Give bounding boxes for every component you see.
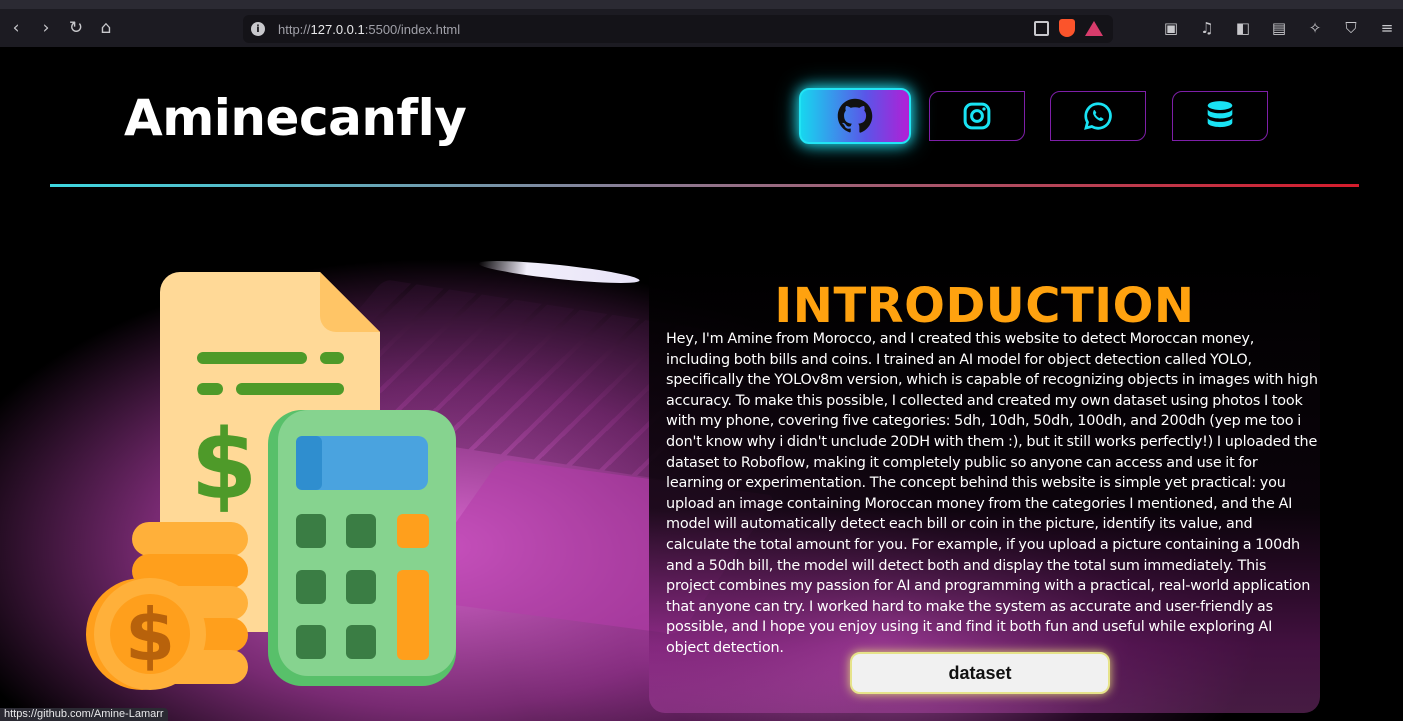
introduction-title: INTRODUCTION xyxy=(774,278,1195,334)
whatsapp-icon xyxy=(1084,102,1112,130)
forward-icon[interactable]: › xyxy=(34,16,58,40)
nav-controls: ‹ › ↻ ⌂ xyxy=(4,16,118,40)
github-icon xyxy=(837,98,873,133)
header-divider xyxy=(50,184,1359,187)
receipt-line xyxy=(197,383,223,395)
vpn-icon[interactable]: ⛉ xyxy=(1339,16,1363,40)
media-icon[interactable]: ♫ xyxy=(1195,16,1219,40)
dollar-sign-icon: $ xyxy=(191,409,258,521)
leo-ai-icon[interactable]: ✧ xyxy=(1303,16,1327,40)
calc-key xyxy=(397,570,429,660)
url-scheme: http:// xyxy=(278,21,311,37)
address-bar-actions xyxy=(1034,19,1103,37)
finance-illustration: $ $ xyxy=(86,272,456,690)
calc-key xyxy=(346,625,376,659)
dataset-button[interactable]: dataset xyxy=(850,652,1110,694)
address-bar[interactable]: i http://127.0.0.1:5500/index.html xyxy=(243,15,1113,43)
url-host: 127.0.0.1 xyxy=(310,21,365,37)
brand-title: Aminecanfly xyxy=(124,89,467,147)
brave-shield-icon[interactable] xyxy=(1059,19,1075,37)
back-icon[interactable]: ‹ xyxy=(4,16,28,40)
database-button[interactable] xyxy=(1172,91,1268,141)
menu-icon[interactable]: ≡ xyxy=(1375,16,1399,40)
calc-key xyxy=(296,625,326,659)
status-bar-link: https://github.com/Amine-Lamarr xyxy=(0,708,168,721)
receipt-line xyxy=(236,383,344,395)
reload-icon[interactable]: ↻ xyxy=(64,16,88,40)
sidebar-icon[interactable]: ◧ xyxy=(1231,16,1255,40)
database-icon xyxy=(1207,101,1233,128)
coin-stack xyxy=(132,522,248,556)
receipt-line xyxy=(320,352,344,364)
url-text[interactable]: http://127.0.0.1:5500/index.html xyxy=(278,22,460,37)
receipt-line xyxy=(197,352,307,364)
home-icon[interactable]: ⌂ xyxy=(94,16,118,40)
instagram-button[interactable] xyxy=(929,91,1025,141)
url-path: :5500/index.html xyxy=(364,21,461,37)
introduction-card: INTRODUCTION Hey, I'm Amine from Morocco… xyxy=(649,260,1320,713)
calc-key xyxy=(346,570,376,604)
coin-dollar-icon: $ xyxy=(125,593,175,677)
calc-key xyxy=(296,570,326,604)
whatsapp-button[interactable] xyxy=(1050,91,1146,141)
receipt-fold xyxy=(320,272,380,332)
web-page: Aminecanfly $ $ INTRODUCTION Hey, I'm Am… xyxy=(0,47,1403,721)
browser-toolbar: ‹ › ↻ ⌂ i http://127.0.0.1:5500/index.ht… xyxy=(0,0,1403,47)
site-info-icon[interactable]: i xyxy=(251,22,265,36)
instagram-icon xyxy=(963,102,991,130)
brave-rewards-icon[interactable] xyxy=(1085,20,1103,36)
reader-mode-icon[interactable]: ▣ xyxy=(1159,16,1183,40)
calc-key xyxy=(346,514,376,548)
calc-key xyxy=(397,514,429,548)
browser-actions: ▣ ♫ ◧ ▤ ✧ ⛉ ≡ xyxy=(1159,9,1403,47)
calc-key xyxy=(296,514,326,548)
github-button[interactable] xyxy=(799,88,911,144)
wallet-icon[interactable]: ▤ xyxy=(1267,16,1291,40)
share-icon[interactable] xyxy=(1034,20,1049,36)
introduction-text: Hey, I'm Amine from Morocco, and I creat… xyxy=(666,331,1318,656)
